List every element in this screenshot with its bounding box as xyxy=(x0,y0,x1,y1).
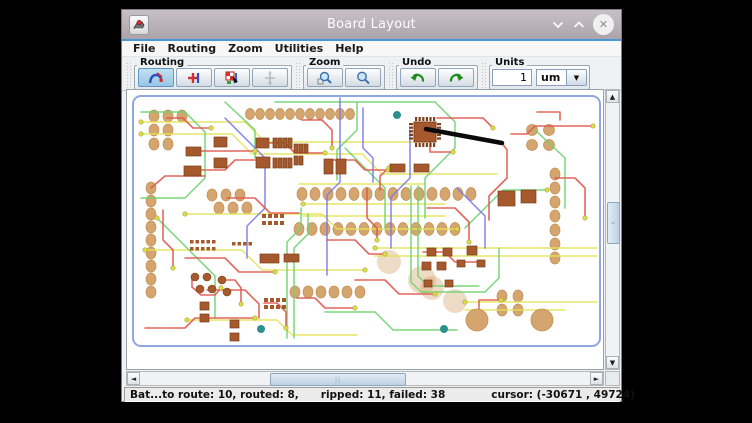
units-combobox[interactable]: um ▼ xyxy=(536,69,587,86)
zoom-in-icon xyxy=(317,70,333,86)
title-bar[interactable]: Board Layout ✕ xyxy=(122,10,621,39)
window-title: Board Layout xyxy=(122,17,621,32)
status-ripped-failed: ripped: 11, failed: 38 xyxy=(321,389,446,401)
menu-routing[interactable]: Routing xyxy=(162,42,223,55)
vertical-scrollbar[interactable]: ▲ = ▼ xyxy=(605,89,620,370)
toolbar-grip[interactable] xyxy=(126,62,132,88)
zoom-out-icon xyxy=(355,70,371,86)
redo-button[interactable] xyxy=(438,68,474,87)
status-bar: Bat...to route: 10, routed: 8, ripped: 1… xyxy=(124,387,620,402)
toolbar-group-units-label: Units xyxy=(492,57,527,68)
toolbar-grip[interactable] xyxy=(295,62,301,88)
units-combobox-value: um xyxy=(536,69,566,86)
menu-help[interactable]: Help xyxy=(329,42,369,55)
units-value-input[interactable] xyxy=(492,69,532,86)
minimize-button[interactable] xyxy=(551,18,565,32)
app-icon-glyph xyxy=(132,18,146,32)
scroll-right-button[interactable]: ► xyxy=(590,372,603,385)
pcb-drawing xyxy=(127,90,603,369)
move-button[interactable] xyxy=(252,68,288,87)
toolbar-group-undo: Undo xyxy=(396,65,478,90)
horizontal-scroll-thumb[interactable]: || xyxy=(270,373,406,386)
autoroute-icon xyxy=(148,70,164,86)
app-window: Board Layout ✕ File Routing Zoom Utiliti… xyxy=(121,9,622,402)
menu-zoom[interactable]: Zoom xyxy=(222,42,269,55)
toolbar-group-routing-label: Routing xyxy=(137,57,187,68)
move-icon xyxy=(262,70,278,86)
status-cursor-position: cursor: (-30671 , 49724) xyxy=(491,389,635,401)
scrollbar-corner xyxy=(605,371,620,386)
toolbar-group-units: Units um ▼ xyxy=(489,65,590,90)
ripup-icon xyxy=(186,70,202,86)
route-target-button[interactable] xyxy=(214,68,250,87)
desktop: { "window": { "title": "Board Layout", "… xyxy=(0,0,752,423)
toolbar-group-zoom: Zoom xyxy=(303,65,385,90)
toolbar-grip[interactable] xyxy=(481,62,487,88)
app-icon xyxy=(129,15,149,35)
toolbar-group-zoom-label: Zoom xyxy=(306,57,343,68)
vertical-scroll-thumb[interactable]: = xyxy=(607,202,620,244)
thumb-grip: || xyxy=(335,376,341,383)
ripup-button[interactable] xyxy=(176,68,212,87)
arrow-up-icon: ▲ xyxy=(610,93,615,101)
pcb-canvas[interactable] xyxy=(126,89,604,370)
undo-icon xyxy=(410,70,426,86)
zoom-out-button[interactable] xyxy=(345,68,381,87)
units-combobox-arrow[interactable]: ▼ xyxy=(566,69,587,86)
arrow-down-icon: ▼ xyxy=(610,359,615,367)
undo-button[interactable] xyxy=(400,68,436,87)
close-button[interactable]: ✕ xyxy=(593,14,614,35)
toolbar-group-routing: Routing xyxy=(134,65,292,90)
menu-bar: File Routing Zoom Utilities Help xyxy=(122,41,621,57)
status-route-counts: Bat...to route: 10, routed: 8, xyxy=(130,389,299,401)
arrow-down-icon: ▼ xyxy=(574,74,579,82)
route-target-icon xyxy=(224,70,240,86)
chevron-up-icon xyxy=(573,21,585,29)
zoom-in-button[interactable] xyxy=(307,68,343,87)
window-controls: ✕ xyxy=(551,14,621,35)
horizontal-scrollbar[interactable]: ◄ || ► xyxy=(126,371,604,386)
scroll-left-button[interactable]: ◄ xyxy=(127,372,140,385)
toolbar-grip[interactable] xyxy=(388,62,394,88)
thumb-grip: = xyxy=(610,220,616,227)
toolbar: Routing xyxy=(122,57,621,91)
menu-utilities[interactable]: Utilities xyxy=(269,42,330,55)
arrow-left-icon: ◄ xyxy=(131,375,136,383)
maximize-button[interactable] xyxy=(572,18,586,32)
toolbar-group-undo-label: Undo xyxy=(399,57,434,68)
scroll-down-button[interactable]: ▼ xyxy=(606,356,619,369)
chevron-down-icon xyxy=(552,21,564,29)
menu-file[interactable]: File xyxy=(127,42,162,55)
autoroute-button[interactable] xyxy=(138,68,174,87)
scroll-up-button[interactable]: ▲ xyxy=(606,90,619,103)
redo-icon xyxy=(448,70,464,86)
arrow-right-icon: ► xyxy=(594,375,599,383)
